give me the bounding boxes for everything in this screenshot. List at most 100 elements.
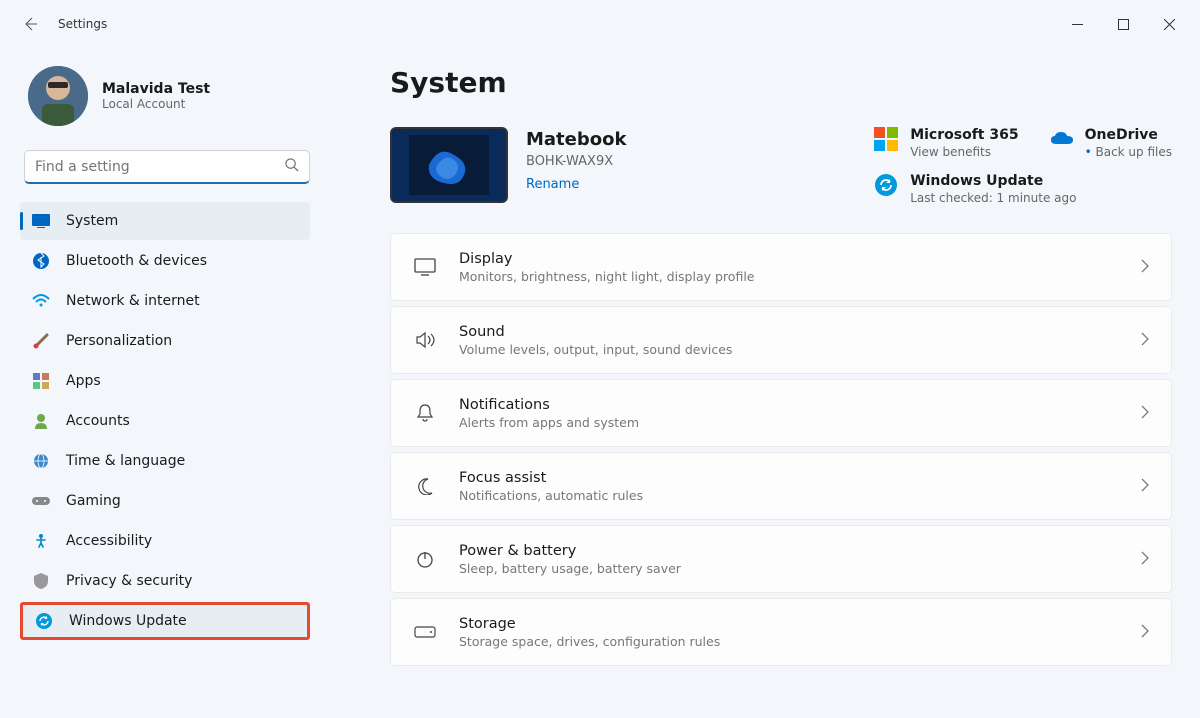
titlebar: Settings <box>0 0 1200 48</box>
minimize-button[interactable] <box>1054 8 1100 40</box>
globe-icon <box>32 452 50 470</box>
card-sub: Notifications, automatic rules <box>459 488 1141 503</box>
device-name: Matebook <box>526 129 626 150</box>
nav-network[interactable]: Network & internet <box>20 282 310 320</box>
settings-cards: Display Monitors, brightness, night light… <box>390 233 1172 666</box>
nav-system[interactable]: System <box>20 202 310 240</box>
wifi-icon <box>32 292 50 310</box>
brush-icon <box>32 332 50 350</box>
gamepad-icon <box>32 492 50 510</box>
storage-icon <box>413 626 437 638</box>
window-controls <box>1054 8 1192 40</box>
nav-windows-update[interactable]: Windows Update <box>20 602 310 640</box>
nav-label: Privacy & security <box>66 573 192 589</box>
card-power[interactable]: Power & battery Sleep, battery usage, bat… <box>390 525 1172 593</box>
card-sub: Volume levels, output, input, sound devi… <box>459 342 1141 357</box>
power-icon <box>413 550 437 568</box>
avatar <box>28 66 88 126</box>
nav-label: Bluetooth & devices <box>66 253 207 269</box>
page-title: System <box>390 66 1172 99</box>
cloud-title: Microsoft 365 <box>910 127 1018 143</box>
card-storage[interactable]: Storage Storage space, drives, configurat… <box>390 598 1172 666</box>
nav-label: Personalization <box>66 333 172 349</box>
nav-label: Time & language <box>66 453 185 469</box>
card-notifications[interactable]: Notifications Alerts from apps and system <box>390 379 1172 447</box>
nav-apps[interactable]: Apps <box>20 362 310 400</box>
chevron-right-icon <box>1141 550 1149 569</box>
nav-label: Network & internet <box>66 293 200 309</box>
cloud-title: OneDrive <box>1085 127 1172 143</box>
microsoft-logo-icon <box>874 127 898 151</box>
shield-icon <box>32 572 50 590</box>
nav-bluetooth[interactable]: Bluetooth & devices <box>20 242 310 280</box>
rename-link[interactable]: Rename <box>526 177 626 192</box>
card-title: Focus assist <box>459 470 1141 486</box>
profile-block[interactable]: Malavida Test Local Account <box>20 48 326 150</box>
maximize-button[interactable] <box>1100 8 1146 40</box>
card-title: Power & battery <box>459 543 1141 559</box>
device-block: Matebook BOHK-WAX9X Rename <box>390 127 626 203</box>
microsoft-365-item[interactable]: Microsoft 365 View benefits <box>874 127 1018 159</box>
moon-icon <box>413 477 437 495</box>
card-sub: Alerts from apps and system <box>459 415 1141 430</box>
update-icon <box>874 173 898 197</box>
profile-subtitle: Local Account <box>102 97 210 111</box>
content-area: System Matebook BOHK-WAX9X Rename Micros… <box>330 48 1200 718</box>
card-sound[interactable]: Sound Volume levels, output, input, sound… <box>390 306 1172 374</box>
bluetooth-icon <box>32 252 50 270</box>
nav-gaming[interactable]: Gaming <box>20 482 310 520</box>
card-title: Sound <box>459 324 1141 340</box>
chevron-right-icon <box>1141 477 1149 496</box>
apps-icon <box>32 372 50 390</box>
close-button[interactable] <box>1146 8 1192 40</box>
device-info-row: Matebook BOHK-WAX9X Rename Microsoft 365… <box>390 127 1172 205</box>
nav-label: Gaming <box>66 493 121 509</box>
cloud-title: Windows Update <box>910 173 1076 189</box>
cloud-sub: Last checked: 1 minute ago <box>910 191 1076 205</box>
nav-privacy[interactable]: Privacy & security <box>20 562 310 600</box>
nav-label: Windows Update <box>69 613 187 629</box>
card-sub: Storage space, drives, configuration rul… <box>459 634 1141 649</box>
search-input[interactable] <box>35 159 284 175</box>
system-icon <box>32 212 50 230</box>
chevron-right-icon <box>1141 404 1149 423</box>
nav-accounts[interactable]: Accounts <box>20 402 310 440</box>
card-title: Display <box>459 251 1141 267</box>
card-display[interactable]: Display Monitors, brightness, night light… <box>390 233 1172 301</box>
chevron-right-icon <box>1141 623 1149 642</box>
back-button[interactable] <box>20 14 40 34</box>
bell-icon <box>413 403 437 423</box>
update-icon <box>35 612 53 630</box>
sound-icon <box>413 331 437 349</box>
search-box[interactable] <box>24 150 310 184</box>
windows-update-status[interactable]: Windows Update Last checked: 1 minute ag… <box>874 173 1172 205</box>
cloud-sub: View benefits <box>910 145 1018 159</box>
app-title: Settings <box>58 17 107 31</box>
nav-time[interactable]: Time & language <box>20 442 310 480</box>
nav-label: Accessibility <box>66 533 152 549</box>
device-thumbnail <box>390 127 508 203</box>
cloud-sub: Back up files <box>1085 145 1172 159</box>
card-sub: Monitors, brightness, night light, displ… <box>459 269 1141 284</box>
nav-label: System <box>66 213 118 229</box>
chevron-right-icon <box>1141 331 1149 350</box>
card-sub: Sleep, battery usage, battery saver <box>459 561 1141 576</box>
device-model: BOHK-WAX9X <box>526 154 626 169</box>
nav-label: Accounts <box>66 413 130 429</box>
accessibility-icon <box>32 532 50 550</box>
onedrive-item[interactable]: OneDrive Back up files <box>1049 127 1172 159</box>
nav-personalization[interactable]: Personalization <box>20 322 310 360</box>
card-title: Notifications <box>459 397 1141 413</box>
sidebar: Malavida Test Local Account System Bluet… <box>0 48 330 718</box>
cloud-icon <box>1049 127 1073 151</box>
nav-accessibility[interactable]: Accessibility <box>20 522 310 560</box>
profile-name: Malavida Test <box>102 81 210 97</box>
person-icon <box>32 412 50 430</box>
search-icon <box>284 157 299 176</box>
chevron-right-icon <box>1141 258 1149 277</box>
nav-label: Apps <box>66 373 101 389</box>
card-title: Storage <box>459 616 1141 632</box>
display-icon <box>413 258 437 276</box>
cloud-services-column: Microsoft 365 View benefits OneDrive Bac… <box>874 127 1172 205</box>
card-focus[interactable]: Focus assist Notifications, automatic rul… <box>390 452 1172 520</box>
